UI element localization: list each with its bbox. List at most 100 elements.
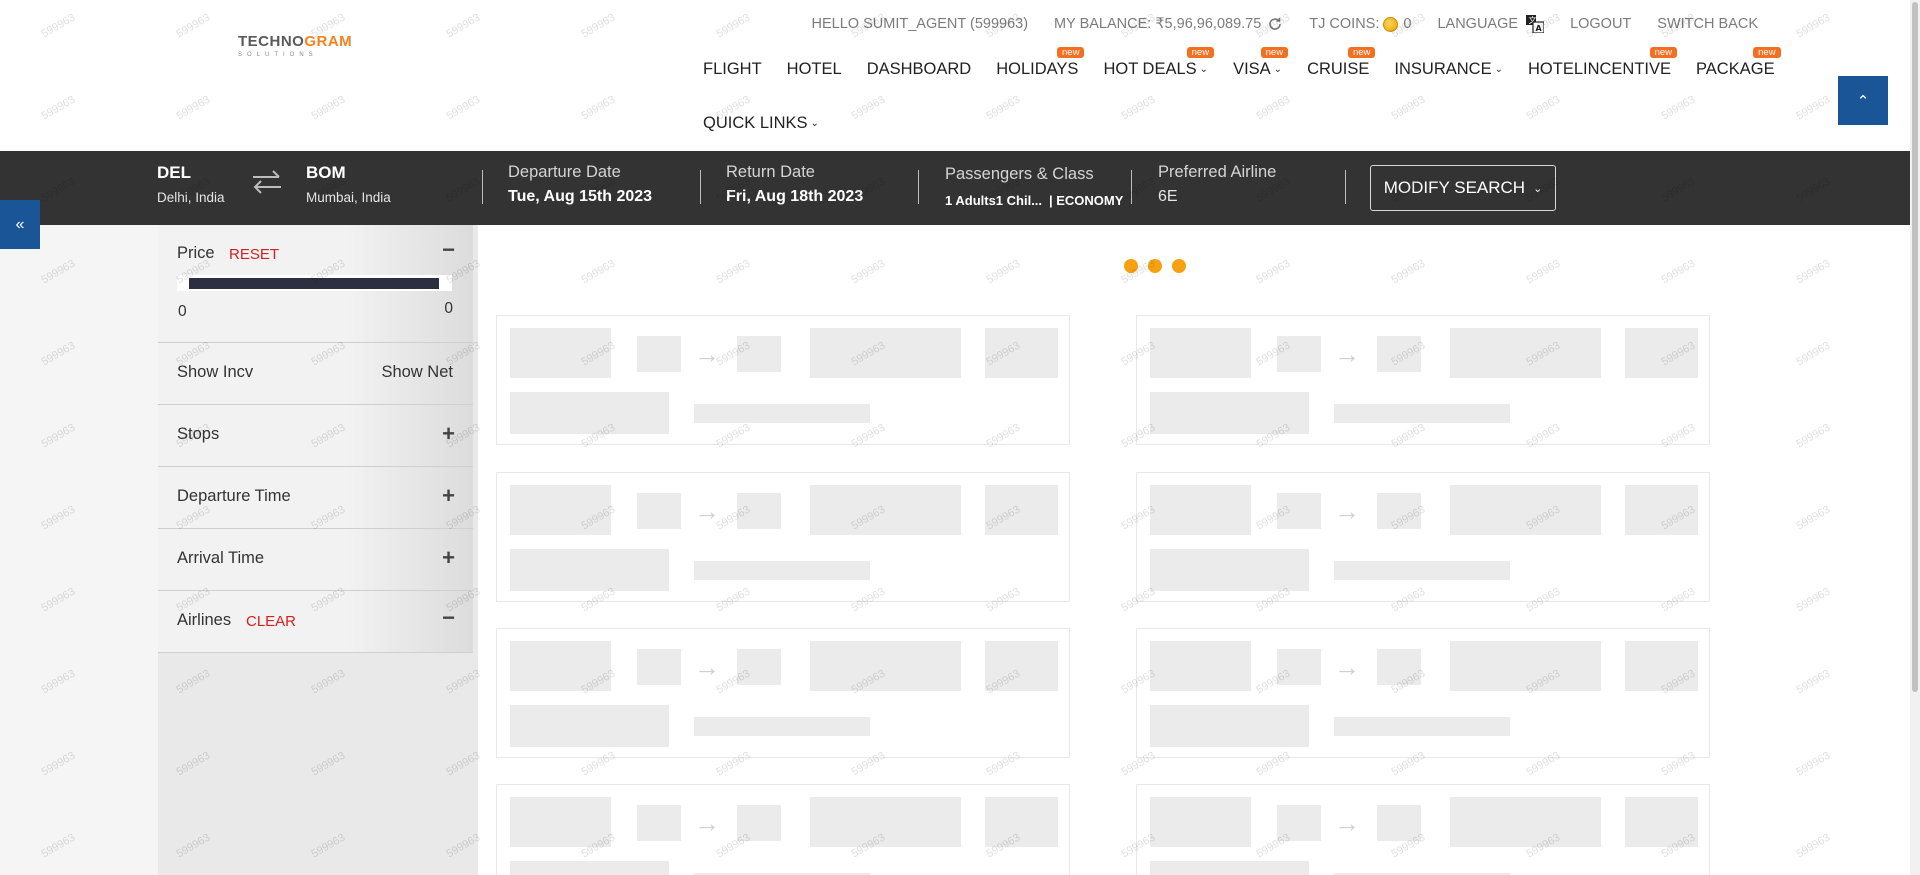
flight-card-placeholder: →	[1136, 315, 1710, 445]
modify-search-button[interactable]: MODIFY SEARCH ⌄	[1370, 165, 1556, 211]
sidebar-collapse-button[interactable]: «	[0, 200, 40, 249]
departure-date-label: Departure Date	[508, 163, 621, 181]
flight-card-placeholder: →	[1136, 628, 1710, 758]
translate-icon: 文A	[1526, 15, 1545, 33]
stops-filter-title: Stops	[177, 425, 220, 443]
skeleton-block	[737, 493, 781, 529]
nav-item-hot-deals[interactable]: HOT DEALS ⌄ new	[1103, 47, 1215, 79]
skeleton-block	[737, 649, 781, 685]
airline-label: Preferred Airline	[1158, 163, 1277, 181]
search-summary-bar: DEL Delhi, India BOM Mumbai, India Depar…	[0, 151, 1920, 225]
loader-dot	[1124, 259, 1138, 273]
filter-price: Price RESET − 0 0	[158, 225, 473, 343]
show-net-toggle[interactable]: Show Net	[381, 363, 453, 382]
passengers-value[interactable]: 1 Adults1 Chil...	[945, 193, 1042, 208]
swap-icon[interactable]	[251, 168, 283, 196]
skeleton-block	[1625, 485, 1698, 535]
separator	[700, 170, 701, 204]
price-slider-range[interactable]	[189, 278, 439, 289]
skeleton-block	[737, 805, 781, 841]
nav-item-holidays[interactable]: HOLIDAYS new	[996, 47, 1085, 79]
nav-item-package[interactable]: PACKAGE new	[1696, 47, 1781, 79]
language-label: LANGUAGE	[1437, 16, 1519, 32]
skeleton-block	[1334, 404, 1510, 423]
arrow-right-icon: →	[1334, 496, 1360, 526]
skeleton-block	[810, 641, 961, 691]
skeleton-block	[985, 641, 1058, 691]
skeleton-block	[1150, 797, 1251, 847]
logo-text-sub: SOLUTIONS	[238, 52, 318, 58]
nav-item-insurance[interactable]: INSURANCE ⌄	[1394, 60, 1503, 79]
flight-card-placeholder: →	[1136, 784, 1710, 875]
chevron-down-icon: ⌄	[810, 118, 819, 129]
nav-item-visa[interactable]: VISA ⌄ new	[1233, 47, 1289, 79]
expand-icon[interactable]: +	[442, 421, 455, 447]
double-chevron-up-icon: ⌃	[1856, 92, 1870, 110]
skeleton-block	[1377, 805, 1421, 841]
scrollbar-thumb[interactable]	[1912, 2, 1918, 692]
destination-city: Mumbai, India	[306, 190, 391, 205]
skeleton-block	[1377, 336, 1421, 372]
nav-item-label: CRUISE	[1307, 60, 1370, 78]
new-badge: new	[1057, 47, 1085, 58]
arrow-right-icon: →	[694, 339, 720, 369]
expand-icon[interactable]: +	[442, 483, 455, 509]
filter-arrival-time[interactable]: Arrival Time +	[158, 529, 473, 591]
company-logo[interactable]: TECHNOGRAM SOLUTIONS	[238, 34, 352, 64]
airline-value[interactable]: 6E	[1158, 188, 1178, 206]
show-incv-toggle[interactable]: Show Incv	[177, 363, 253, 382]
skeleton-block	[510, 861, 669, 875]
nav-quick-links[interactable]: QUICK LINKS ⌄	[703, 114, 819, 133]
skeleton-block	[1150, 641, 1251, 691]
balance-group: MY BALANCE: ₹5,96,96,089.75	[1054, 16, 1283, 32]
nav-item-hotel[interactable]: HOTEL	[787, 60, 842, 79]
skeleton-block	[1625, 328, 1698, 378]
nav-item-label: DASHBOARD	[866, 60, 972, 78]
expand-icon[interactable]: +	[442, 545, 455, 571]
skeleton-block	[1150, 392, 1309, 434]
new-badge: new	[1186, 47, 1215, 58]
page-scrollbar[interactable]	[1910, 0, 1920, 875]
collapse-icon[interactable]: −	[442, 237, 455, 263]
skeleton-block	[1334, 561, 1510, 580]
price-reset-link[interactable]: RESET	[229, 246, 279, 263]
skeleton-block	[1334, 717, 1510, 736]
nav-item-dashboard[interactable]: DASHBOARD	[867, 60, 972, 79]
nav-item-cruise[interactable]: CRUISE new	[1307, 47, 1376, 79]
airlines-clear-link[interactable]: CLEAR	[246, 613, 296, 630]
price-filter-title: Price	[177, 244, 215, 262]
scroll-top-button[interactable]: ⌃	[1838, 76, 1888, 125]
filter-stops[interactable]: Stops +	[158, 405, 473, 467]
filter-airlines[interactable]: Airlines CLEAR −	[158, 591, 473, 653]
nav-item-label: HOLIDAYS	[996, 60, 1079, 78]
new-badge: new	[1753, 47, 1781, 58]
skeleton-block	[1450, 328, 1601, 378]
skeleton-block	[1277, 493, 1321, 529]
coins-group: TJ COINS: 0	[1309, 16, 1411, 32]
switch-back-link[interactable]: SWITCH BACK	[1657, 16, 1758, 32]
arrow-right-icon: →	[1334, 339, 1360, 369]
return-date-value[interactable]: Fri, Aug 18th 2023	[726, 188, 863, 206]
class-value: | ECONOMY	[1049, 193, 1124, 208]
logout-link[interactable]: LOGOUT	[1570, 16, 1631, 32]
refresh-icon[interactable]	[1267, 16, 1283, 32]
filter-departure-time[interactable]: Departure Time +	[158, 467, 473, 529]
nav-item-hotelincentive[interactable]: HOTELINCENTIVE new	[1528, 47, 1678, 79]
language-selector[interactable]: LANGUAGE 文A	[1437, 15, 1545, 33]
skeleton-block	[637, 805, 681, 841]
price-min-value: 0	[178, 303, 187, 320]
skeleton-block	[1277, 336, 1321, 372]
arrow-right-icon: →	[1334, 652, 1360, 682]
left-gutter	[0, 225, 158, 875]
skeleton-block	[1377, 649, 1421, 685]
price-max-value: 0	[444, 300, 453, 317]
skeleton-block	[510, 392, 669, 434]
nav-item-label: INSURANCE	[1394, 60, 1492, 78]
separator	[918, 170, 919, 204]
nav-item-flight[interactable]: FLIGHT	[703, 60, 762, 79]
new-badge: new	[1260, 47, 1289, 58]
skeleton-block	[637, 493, 681, 529]
departure-date-value[interactable]: Tue, Aug 15th 2023	[508, 188, 652, 206]
collapse-icon[interactable]: −	[442, 605, 455, 631]
coins-label: TJ COINS:	[1309, 16, 1380, 32]
